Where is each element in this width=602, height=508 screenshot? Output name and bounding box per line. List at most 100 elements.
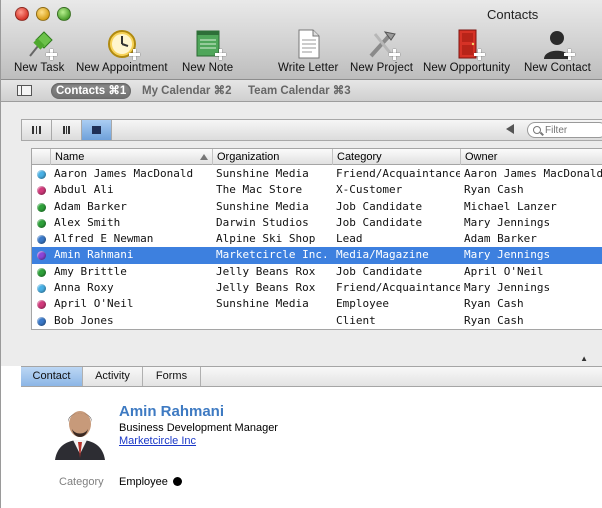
table-row[interactable]: Amin Rahmani Marketcircle Inc. Media/Magaz… [32,247,602,264]
filter-search-field[interactable] [527,122,602,138]
header-category[interactable]: Category [332,149,460,165]
new-note-label: New Note [182,62,234,74]
new-project-label: New Project [350,62,414,74]
contact-photo [53,402,107,460]
write-letter-button[interactable]: Write Letter [278,28,338,74]
new-appointment-button[interactable]: New Appointment [76,28,168,74]
table-row[interactable]: April O'Neil Sunshine Media Employee Ryan C… [32,296,602,312]
tab-contact[interactable]: Contact [21,367,83,386]
new-task-button[interactable]: New Task [14,28,64,74]
tab-team-calendar[interactable]: Team Calendar ⌘3 [243,83,356,99]
new-appointment-label: New Appointment [76,62,168,74]
window-title: Contacts [487,7,539,22]
color-label-dot [37,186,46,196]
detail-tabs-bar: Contact Activity Forms [21,366,602,387]
collapse-caret-icon[interactable]: ▲ [580,354,588,363]
list-icon [92,126,101,134]
table-row[interactable]: Bob Jones Client Ryan Cash [32,313,602,329]
new-opportunity-button[interactable]: New Opportunity [423,28,510,74]
category-label: Category [59,476,104,488]
filter-input[interactable] [545,124,602,136]
table-body: Aaron James MacDonald Sunshine Media Frien… [32,166,602,329]
contact-organization-link[interactable]: Marketcircle Inc [119,435,196,447]
cell-organization: Sunshine Media [216,297,309,311]
cell-name: Alex Smith [54,215,121,229]
cell-name: April O'Neil [54,297,134,311]
cell-category: Client [336,313,376,327]
cell-owner: Mary Jennings [464,215,551,229]
table-row[interactable]: Adam Barker Sunshine Media Job Candidate Mi… [32,199,602,215]
list-view-button[interactable] [82,120,112,140]
minimize-window-button[interactable] [36,7,50,21]
table-row[interactable]: Anna Roxy Jelly Beans Rox Friend/Acquainta… [32,280,602,296]
new-note-button[interactable]: New Note [182,28,233,74]
cell-owner: April O'Neil [464,264,544,278]
cell-name: Amin Rahmani [54,248,134,262]
cell-category: Employee [336,297,389,311]
write-letter-label: Write Letter [278,62,339,74]
color-label-dot [37,284,46,294]
document-icon [291,28,325,60]
cell-owner: Michael Lanzer [464,199,557,213]
cell-organization: Marketcircle Inc. [216,248,329,262]
color-label-dot [37,267,46,277]
color-label-dot [37,218,46,228]
close-window-button[interactable] [15,7,29,21]
table-row[interactable]: Alfred E Newman Alpine Ski Shop Lead Adam B… [32,231,602,247]
cell-name: Alfred E Newman [54,232,154,246]
cell-organization: Sunshine Media [216,199,309,213]
color-label-dot [37,235,46,245]
sidebar-toggle-icon[interactable] [17,85,32,96]
table-header: Name Organization Category Owner [32,149,602,165]
tab-my-calendar[interactable]: My Calendar ⌘2 [137,83,236,99]
color-label-dot [37,300,46,310]
panel-splitter[interactable]: ▲ [21,352,602,363]
new-contact-button[interactable]: New Contact [524,28,591,74]
tab-forms[interactable]: Forms [143,367,201,386]
cell-owner: Mary Jennings [464,281,551,295]
contacts-window: Contacts New Task New Appointment New No… [0,0,602,508]
header-name[interactable]: Name [50,149,212,165]
table-row[interactable]: Aaron James MacDonald Sunshine Media Frien… [32,166,602,182]
new-task-label: New Task [14,62,65,74]
cell-category: Friend/Acquaintance [336,167,460,180]
new-contact-label: New Contact [524,62,591,74]
tab-activity[interactable]: Activity [83,367,143,386]
cell-organization: Darwin Studios [216,215,309,229]
tab-contacts[interactable]: Contacts ⌘1 [51,83,132,99]
view-tabs-bar: Contacts ⌘1 My Calendar ⌘2 Team Calendar… [1,80,602,102]
header-organization[interactable]: Organization [212,149,332,165]
cell-category: Job Candidate [336,215,423,229]
category-value: Employee [119,476,168,488]
header-color-column[interactable] [32,149,50,165]
table-row[interactable]: Abdul Ali The Mac Store X-Customer Ryan Cas… [32,182,602,198]
color-label-dot [37,316,46,326]
tools-icon [365,28,400,60]
cell-organization: Jelly Beans Rox [216,264,316,278]
column-view-button[interactable] [22,120,52,140]
cell-name: Bob Jones [54,313,114,327]
cell-category: Lead [336,232,363,246]
color-label-dot [37,170,46,179]
cell-category: Job Candidate [336,199,423,213]
cell-name: Aaron James MacDonald [54,167,194,180]
contacts-table: Name Organization Category Owner Aaron J… [31,148,602,330]
header-name-label: Name [55,151,85,163]
cell-category: X-Customer [336,183,403,197]
cell-organization: Jelly Beans Rox [216,281,316,295]
split-view-button[interactable] [52,120,82,140]
list-toolbar [21,119,602,141]
new-project-button[interactable]: New Project [350,28,413,74]
contact-detail-panel: Amin Rahmani Business Development Manage… [21,387,602,508]
cell-name: Abdul Ali [54,183,114,197]
columns-icon [32,126,41,134]
header-owner[interactable]: Owner [460,149,602,165]
cell-organization: Sunshine Media [216,167,309,180]
back-arrow-icon[interactable] [506,124,514,134]
pushpin-icon [22,28,58,60]
table-row[interactable]: Alex Smith Darwin Studios Job Candidate Mar… [32,215,602,231]
sort-ascending-icon [200,154,208,160]
color-label-dot [37,251,46,261]
table-row[interactable]: Amy Brittle Jelly Beans Rox Job Candidate A… [32,264,602,280]
zoom-window-button[interactable] [57,7,71,21]
